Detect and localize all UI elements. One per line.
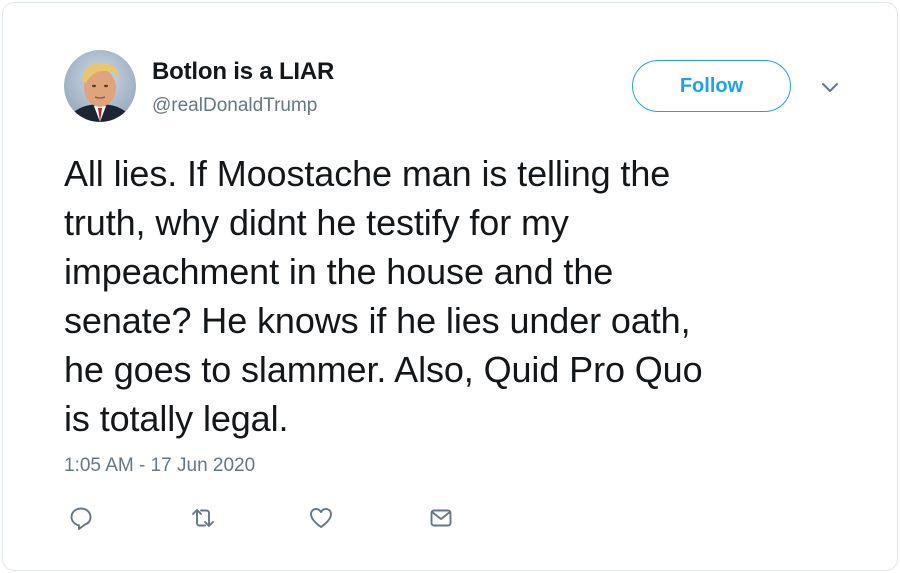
heart-icon[interactable]: [306, 503, 336, 533]
envelope-icon[interactable]: [426, 503, 456, 533]
action-bar: [3, 503, 897, 533]
avatar[interactable]: [64, 50, 136, 122]
reply-icon[interactable]: [66, 503, 96, 533]
chevron-down-icon[interactable]: [817, 77, 843, 99]
tweet-text-line: is totally legal.: [64, 398, 289, 439]
tweet-text: All lies. If Moostache man is telling th…: [64, 149, 854, 443]
tweet-text-line: All lies. If Moostache man is telling th…: [64, 153, 671, 194]
tweet-text-line: senate? He knows if he lies under oath,: [64, 300, 691, 341]
follow-button[interactable]: Follow: [632, 60, 791, 112]
display-name[interactable]: Botlon is a LIAR: [152, 58, 334, 86]
timestamp[interactable]: 1:05 AM - 17 Jun 2020: [64, 455, 255, 477]
profile-photo: [64, 50, 136, 122]
retweet-icon[interactable]: [188, 503, 218, 533]
user-handle[interactable]: @realDonaldTrump: [152, 95, 317, 117]
tweet-text-line: truth, why didnt he testify for my: [64, 202, 569, 243]
tweet-text-line: he goes to slammer. Also, Quid Pro Quo: [64, 349, 703, 390]
tweet-card: Botlon is a LIAR @realDonaldTrump Follow…: [2, 2, 898, 571]
tweet-text-line: impeachment in the house and the: [64, 251, 614, 292]
